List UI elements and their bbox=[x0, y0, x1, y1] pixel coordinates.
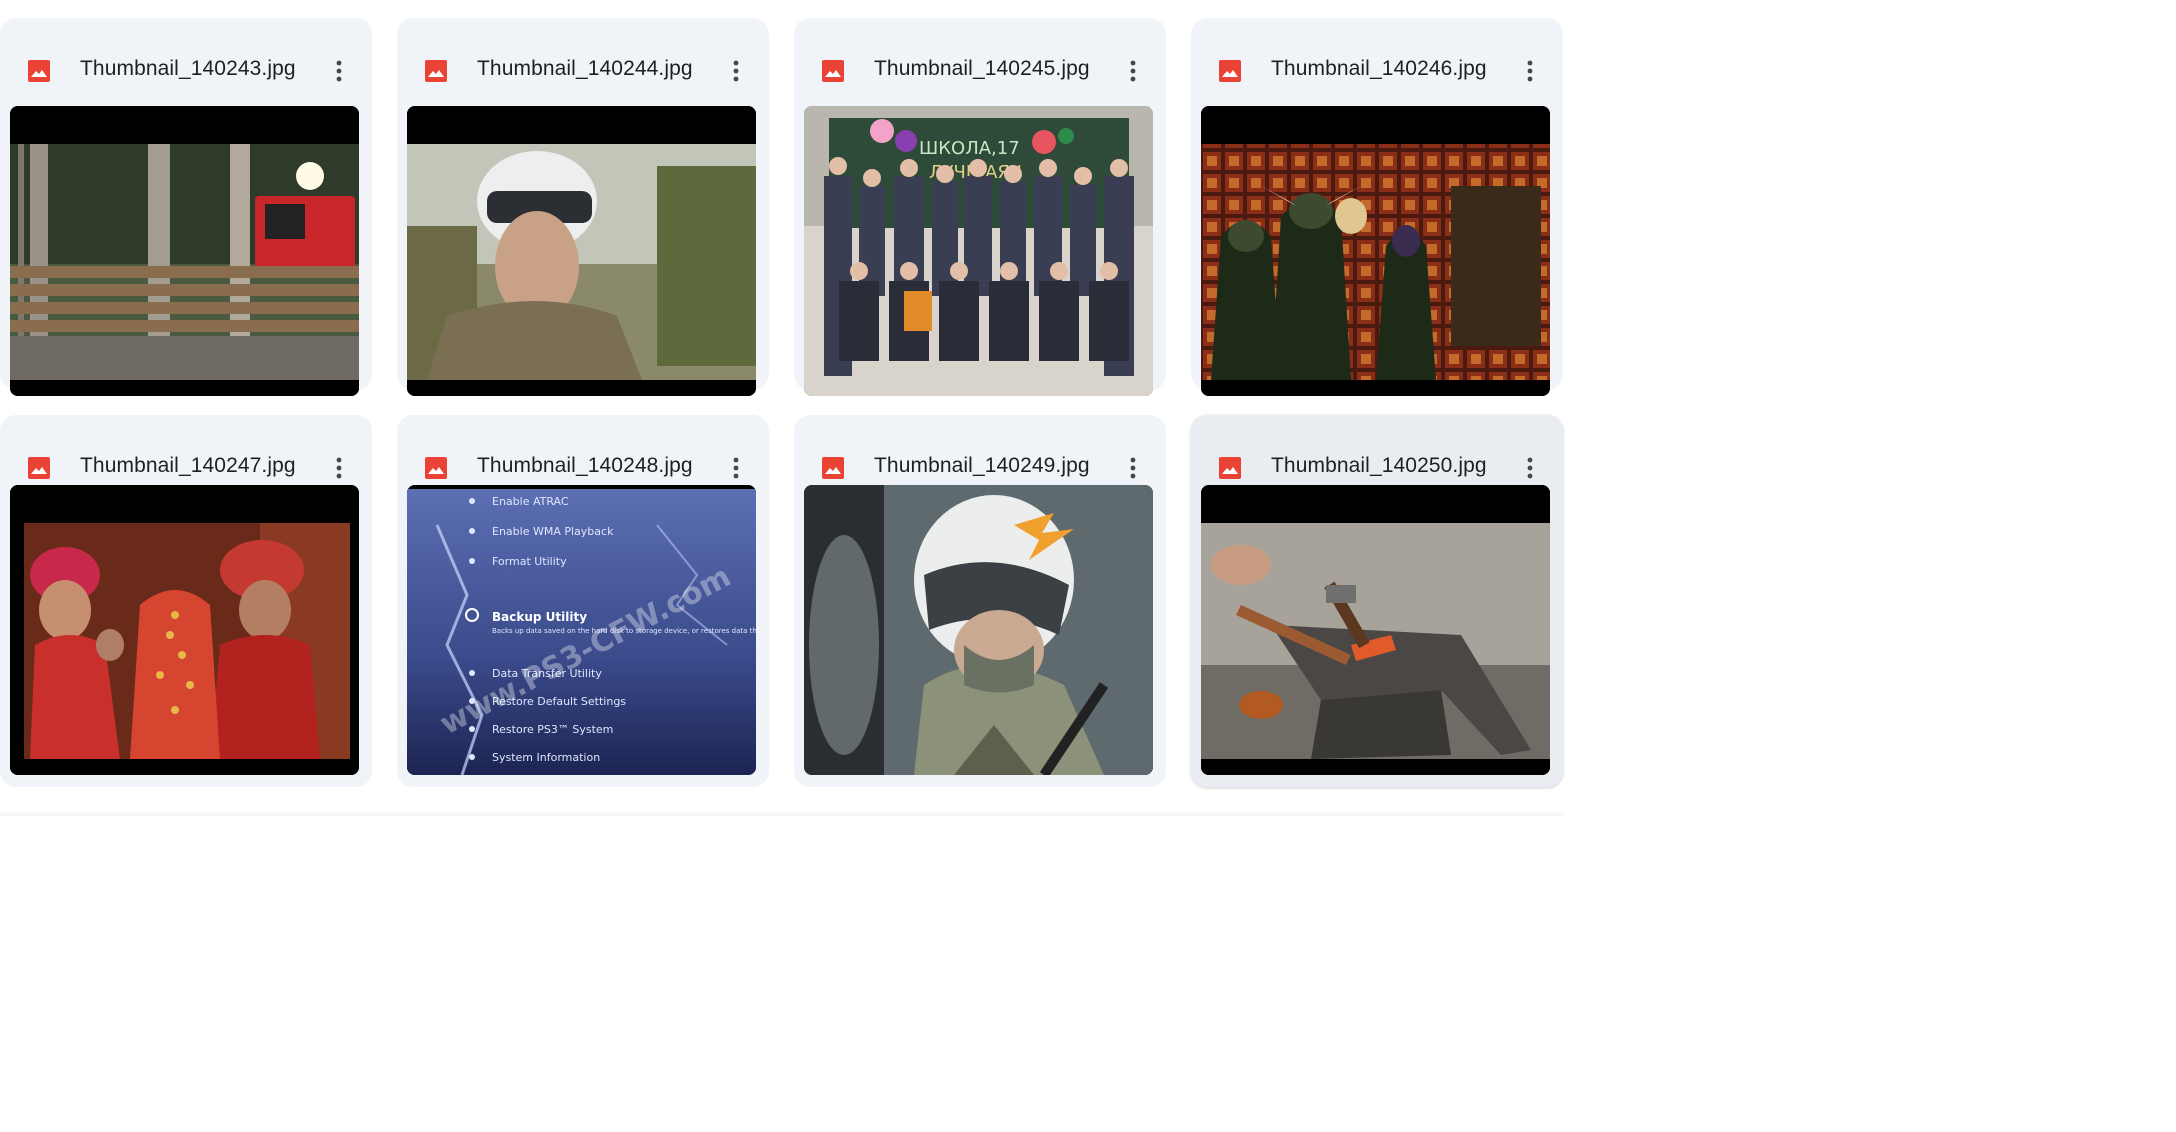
ps3-menu-item-system-information: System Information bbox=[492, 751, 600, 764]
image-file-icon bbox=[822, 60, 844, 82]
file-name: Thumbnail_140245.jpg bbox=[874, 57, 1090, 80]
file-card[interactable]: Thumbnail_140249.jpg bbox=[794, 415, 1166, 787]
more-actions-button[interactable] bbox=[1516, 57, 1544, 85]
file-card-header: Thumbnail_140246.jpg bbox=[1191, 18, 1563, 88]
more-vert-icon bbox=[1130, 457, 1136, 479]
file-name: Thumbnail_140244.jpg bbox=[477, 57, 693, 80]
file-card[interactable]: Thumbnail_140246.jpg bbox=[1191, 18, 1563, 396]
image-file-icon bbox=[1219, 457, 1241, 479]
file-name: Thumbnail_140250.jpg bbox=[1271, 454, 1487, 477]
file-thumbnail-camo-helmet-man[interactable] bbox=[407, 106, 756, 396]
more-actions-button[interactable] bbox=[1516, 454, 1544, 482]
file-thumbnail-pilot-helmet[interactable] bbox=[804, 485, 1153, 775]
image-file-icon bbox=[28, 457, 50, 479]
ps3-menu-item-restore-ps3-system: Restore PS3™ System bbox=[492, 723, 613, 736]
image-file-icon bbox=[1219, 60, 1241, 82]
more-actions-button[interactable] bbox=[722, 57, 750, 85]
file-card-header: Thumbnail_140247.jpg bbox=[0, 415, 372, 485]
file-card-header: Thumbnail_140245.jpg bbox=[794, 18, 1166, 88]
more-vert-icon bbox=[336, 457, 342, 479]
more-vert-icon bbox=[1527, 60, 1533, 82]
ps3-menu-item-backup-utility: Backup Utility bbox=[492, 610, 587, 624]
more-vert-icon bbox=[733, 60, 739, 82]
file-card[interactable]: Thumbnail_140244.jpg bbox=[397, 18, 769, 396]
more-vert-icon bbox=[1130, 60, 1136, 82]
file-card-header: Thumbnail_140244.jpg bbox=[397, 18, 769, 88]
file-card[interactable]: Thumbnail_140245.jpg ШКОЛА,17 ЛУЧШАЯ ! bbox=[794, 18, 1166, 396]
more-actions-button[interactable] bbox=[325, 454, 353, 482]
image-file-icon bbox=[425, 60, 447, 82]
file-thumbnail-forest-logging[interactable] bbox=[10, 106, 359, 396]
file-thumbnail-ps3-menu[interactable]: Enable ATRAC Enable WMA Playback Format … bbox=[407, 485, 756, 775]
image-file-icon bbox=[425, 457, 447, 479]
file-grid: Thumbnail_140243.jpg Thumbnail_140244.jp… bbox=[0, 0, 1564, 816]
file-card-header: Thumbnail_140250.jpg bbox=[1191, 415, 1563, 485]
chalkboard-text-1: ШКОЛА,17 bbox=[919, 138, 1020, 159]
more-actions-button[interactable] bbox=[1119, 454, 1147, 482]
file-card[interactable]: Thumbnail_140243.jpg bbox=[0, 18, 372, 396]
more-actions-button[interactable] bbox=[722, 454, 750, 482]
file-card[interactable]: Thumbnail_140248.jpg Enable ATRAC Enable… bbox=[397, 415, 769, 787]
file-thumbnail-school-class-photo[interactable]: ШКОЛА,17 ЛУЧШАЯ ! bbox=[804, 106, 1153, 396]
file-thumbnail-blacksmith-anvil[interactable] bbox=[1201, 485, 1550, 775]
more-actions-button[interactable] bbox=[325, 57, 353, 85]
image-file-icon bbox=[28, 60, 50, 82]
more-vert-icon bbox=[733, 457, 739, 479]
ps3-menu-item-format-utility: Format Utility bbox=[492, 555, 567, 568]
file-name: Thumbnail_140246.jpg bbox=[1271, 57, 1487, 80]
file-card-header: Thumbnail_140248.jpg bbox=[397, 415, 769, 485]
file-thumbnail-game-characters[interactable] bbox=[1201, 106, 1550, 396]
more-vert-icon bbox=[1527, 457, 1533, 479]
file-name: Thumbnail_140243.jpg bbox=[80, 57, 296, 80]
file-card-header: Thumbnail_140243.jpg bbox=[0, 18, 372, 88]
more-vert-icon bbox=[336, 60, 342, 82]
file-thumbnail-wedding-ceremony[interactable] bbox=[10, 485, 359, 775]
file-card-header: Thumbnail_140249.jpg bbox=[794, 415, 1166, 485]
file-name: Thumbnail_140248.jpg bbox=[477, 454, 693, 477]
file-name: Thumbnail_140247.jpg bbox=[80, 454, 296, 477]
file-name: Thumbnail_140249.jpg bbox=[874, 454, 1090, 477]
more-actions-button[interactable] bbox=[1119, 57, 1147, 85]
next-row-edge bbox=[0, 810, 1564, 816]
file-card-selected[interactable]: Thumbnail_140250.jpg bbox=[1191, 415, 1563, 787]
file-card[interactable]: Thumbnail_140247.jpg bbox=[0, 415, 372, 787]
ps3-menu-item-enable-atrac: Enable ATRAC bbox=[492, 495, 569, 508]
image-file-icon bbox=[822, 457, 844, 479]
ps3-menu-item-enable-wma-playback: Enable WMA Playback bbox=[492, 525, 614, 538]
